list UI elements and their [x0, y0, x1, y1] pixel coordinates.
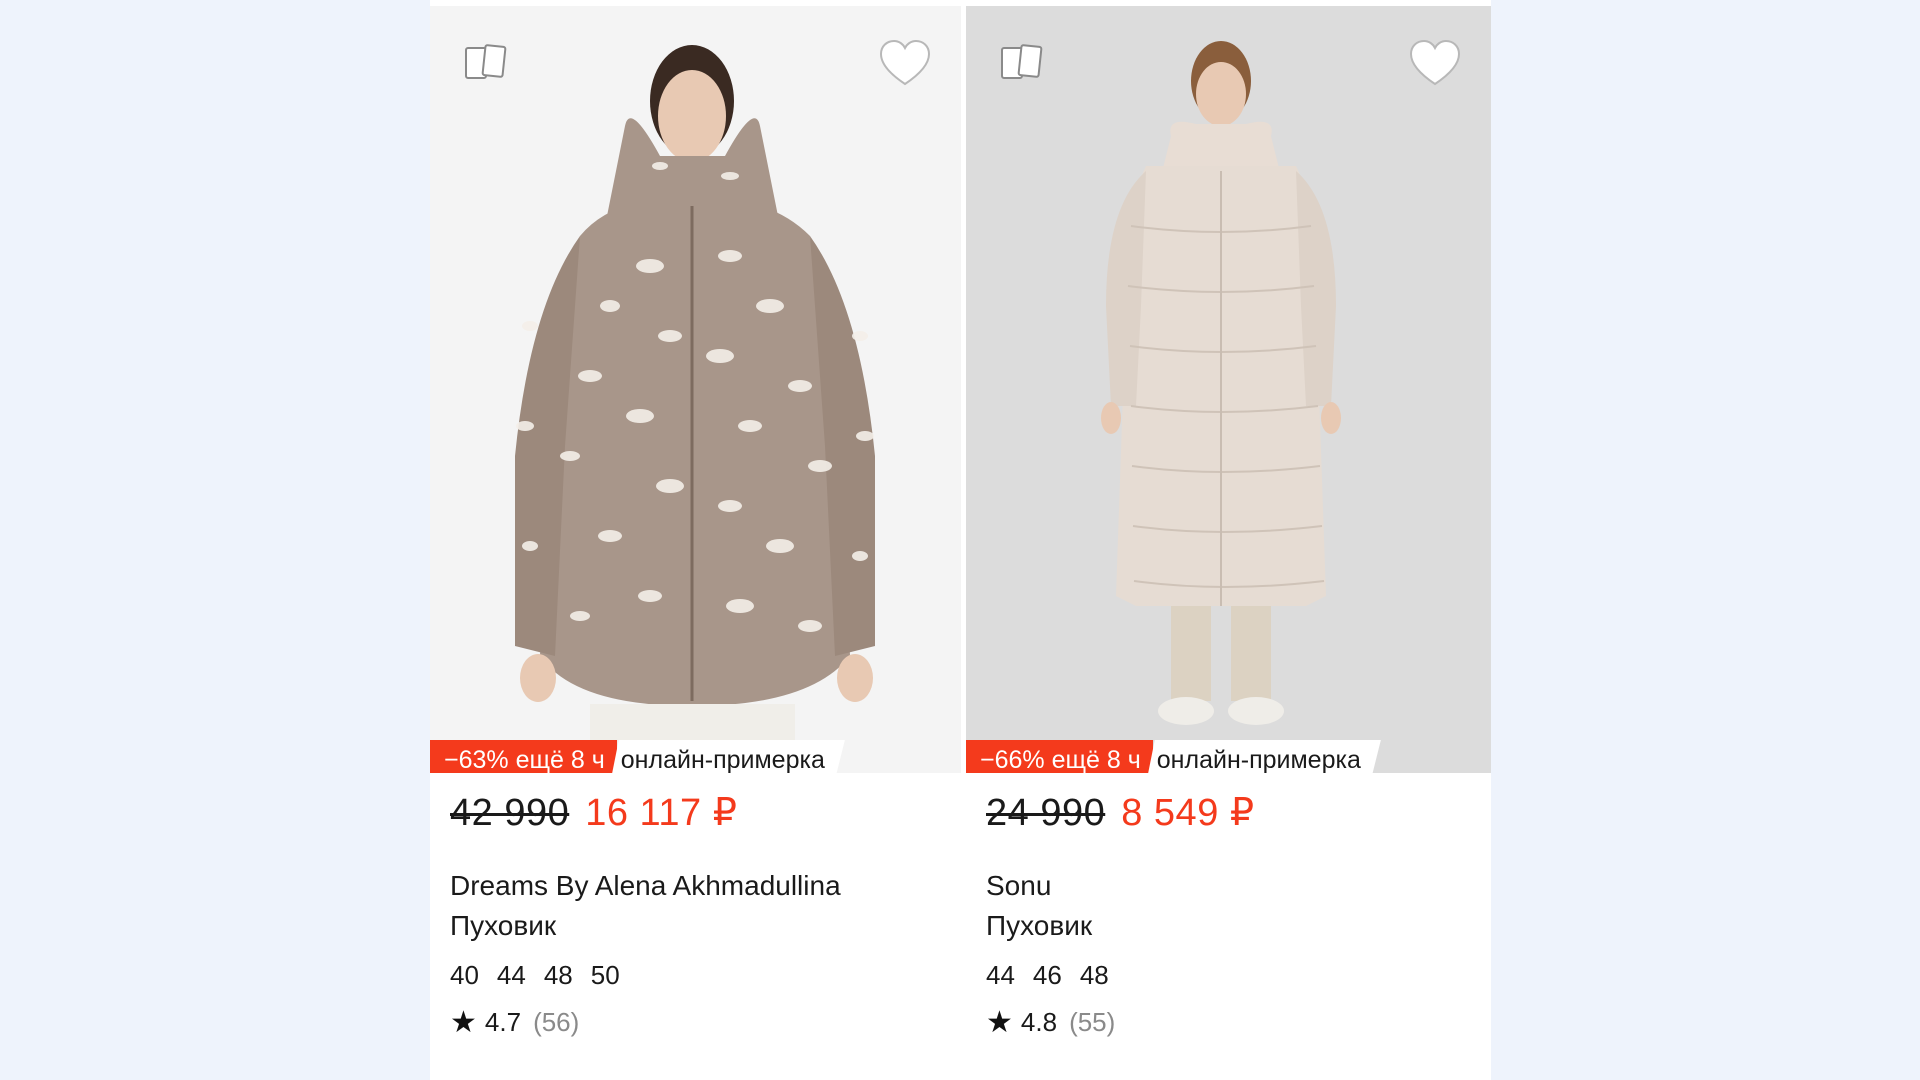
product-brand[interactable]: Sonu — [986, 866, 1476, 906]
new-price: 16 117 ₽ — [585, 792, 738, 834]
product-image-long-puffer-coat — [1101, 41, 1341, 725]
product-photo[interactable]: −63% ещё 8 ч онлайн-примерка — [430, 6, 961, 773]
product-info: 42 990 16 117 ₽ Dreams By Alena Akhmadul… — [450, 790, 940, 1038]
heart-icon — [879, 39, 931, 86]
size-list: 40 44 48 50 — [450, 960, 940, 991]
size-option[interactable]: 44 — [497, 960, 526, 991]
size-option[interactable]: 48 — [1080, 960, 1109, 991]
review-count[interactable]: (55) — [1069, 1007, 1115, 1038]
product-card[interactable]: −66% ещё 8 ч онлайн-примерка 24 990 8 54… — [966, 0, 1491, 1080]
rating: ★ 4.7 (56) — [450, 1007, 940, 1038]
size-option[interactable]: 44 — [986, 960, 1015, 991]
old-price: 42 990 — [450, 792, 570, 834]
online-try-on-badge[interactable]: онлайн-примерка — [1147, 740, 1381, 773]
favorite-button[interactable] — [1407, 38, 1463, 90]
discount-badge: −66% ещё 8 ч — [966, 740, 1153, 773]
favorite-button[interactable] — [877, 38, 933, 90]
discount-badge: −63% ещё 8 ч — [430, 740, 617, 773]
rating: ★ 4.8 (55) — [986, 1007, 1476, 1038]
compare-button[interactable] — [460, 38, 512, 90]
heart-icon — [1409, 39, 1461, 86]
product-image-puffer-jacket-print — [515, 45, 875, 773]
product-photo[interactable]: −66% ещё 8 ч онлайн-примерка — [966, 6, 1491, 773]
star-icon: ★ — [450, 1005, 477, 1039]
size-option[interactable]: 50 — [591, 960, 620, 991]
product-card[interactable]: −63% ещё 8 ч онлайн-примерка 42 990 16 1… — [430, 0, 961, 1080]
size-option[interactable]: 40 — [450, 960, 479, 991]
size-option[interactable]: 46 — [1033, 960, 1062, 991]
rating-score: 4.7 — [484, 1007, 522, 1037]
price-row: 42 990 16 117 ₽ — [450, 790, 940, 846]
promo-badges: −66% ещё 8 ч онлайн-примерка — [966, 740, 1381, 773]
old-price: 24 990 — [986, 792, 1106, 834]
product-info: 24 990 8 549 ₽ Sonu Пуховик 44 46 48 ★ 4… — [986, 790, 1476, 1038]
star-icon: ★ — [986, 1005, 1013, 1039]
size-option[interactable]: 48 — [544, 960, 573, 991]
promo-badges: −63% ещё 8 ч онлайн-примерка — [430, 740, 845, 773]
product-title[interactable]: Пуховик — [450, 906, 940, 946]
online-try-on-badge[interactable]: онлайн-примерка — [611, 740, 845, 773]
product-title[interactable]: Пуховик — [986, 906, 1476, 946]
compare-button[interactable] — [996, 38, 1048, 90]
compare-icon — [465, 44, 507, 79]
product-brand[interactable]: Dreams By Alena Akhmadullina — [450, 866, 940, 906]
compare-icon — [1001, 44, 1043, 79]
size-list: 44 46 48 — [986, 960, 1476, 991]
rating-score: 4.8 — [1020, 1007, 1058, 1037]
review-count[interactable]: (56) — [533, 1007, 579, 1038]
new-price: 8 549 ₽ — [1121, 792, 1255, 834]
price-row: 24 990 8 549 ₽ — [986, 790, 1476, 846]
